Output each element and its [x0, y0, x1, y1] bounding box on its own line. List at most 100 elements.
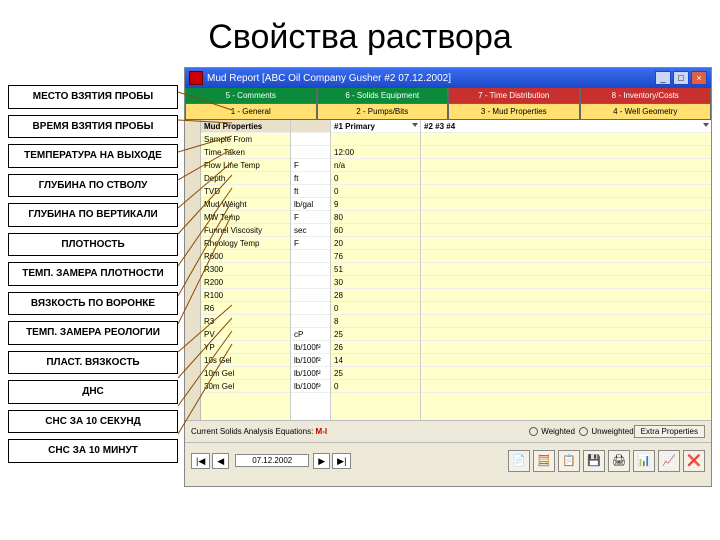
grid-cell[interactable] [421, 354, 711, 367]
grid-cell[interactable] [421, 289, 711, 302]
grid-cell[interactable] [421, 367, 711, 380]
grid-cell[interactable] [291, 263, 330, 276]
grid-cell[interactable]: 76 [331, 250, 420, 263]
grid-cell[interactable] [421, 341, 711, 354]
grid-cell[interactable]: Mud Weight [201, 198, 290, 211]
toolbar-button[interactable]: 📊 [633, 450, 655, 472]
grid-cell[interactable] [291, 146, 330, 159]
grid-cell[interactable]: lb/100f² [291, 341, 330, 354]
extra-properties-button[interactable]: Extra Properties [634, 425, 705, 438]
grid-cell[interactable]: 30 [331, 276, 420, 289]
grid-cell[interactable] [421, 159, 711, 172]
grid-cell[interactable]: 0 [331, 380, 420, 393]
grid-cell[interactable] [421, 276, 711, 289]
grid-cell[interactable] [291, 133, 330, 146]
grid-cell[interactable]: PV [201, 328, 290, 341]
grid-cell[interactable]: R300 [201, 263, 290, 276]
grid-cell[interactable]: 25 [331, 328, 420, 341]
grid-cell[interactable] [331, 133, 420, 146]
grid-cell[interactable] [421, 380, 711, 393]
grid-cell[interactable] [291, 302, 330, 315]
grid-cell[interactable]: TVD [201, 185, 290, 198]
nav-first-button[interactable]: |◀ [191, 453, 210, 469]
grid-cell[interactable] [421, 263, 711, 276]
grid-cell[interactable] [291, 276, 330, 289]
grid-cell[interactable]: 30m Gel [201, 380, 290, 393]
grid-cell[interactable] [291, 289, 330, 302]
tab[interactable]: 6 - Solids Equipment [317, 88, 449, 104]
grid-cell[interactable] [421, 224, 711, 237]
radio-unweighted[interactable] [579, 427, 588, 436]
close-button[interactable]: × [691, 71, 707, 85]
grid-cell[interactable]: lb/100f² [291, 380, 330, 393]
grid-cell[interactable]: 28 [331, 289, 420, 302]
grid-cell[interactable]: ft [291, 172, 330, 185]
grid-cell[interactable]: MW Temp [201, 211, 290, 224]
grid-cell[interactable]: 80 [331, 211, 420, 224]
grid-cell[interactable]: 26 [331, 341, 420, 354]
grid-cell[interactable]: 60 [331, 224, 420, 237]
radio-weighted[interactable] [529, 427, 538, 436]
grid-cell[interactable] [421, 172, 711, 185]
grid-cell[interactable]: Sample From [201, 133, 290, 146]
grid-cell[interactable]: lb/100f² [291, 367, 330, 380]
maximize-button[interactable]: □ [673, 71, 689, 85]
grid-cell[interactable]: lb/gal [291, 198, 330, 211]
tab[interactable]: 3 - Mud Properties [448, 104, 580, 120]
grid-cell[interactable]: lb/100f² [291, 354, 330, 367]
tab[interactable]: 1 - General [185, 104, 317, 120]
grid-cell[interactable] [421, 315, 711, 328]
grid-cell[interactable] [421, 302, 711, 315]
tab[interactable]: 8 - Inventory/Costs [580, 88, 712, 104]
grid-cell[interactable]: 10m Gel [201, 367, 290, 380]
grid-cell[interactable] [421, 237, 711, 250]
grid-cell[interactable]: Time Taken [201, 146, 290, 159]
toolbar-button[interactable]: 📋 [558, 450, 580, 472]
grid-cell[interactable] [421, 146, 711, 159]
tab[interactable]: 7 - Time Distribution [448, 88, 580, 104]
grid-cell[interactable]: R3 [201, 315, 290, 328]
grid-cell[interactable]: F [291, 211, 330, 224]
grid-cell[interactable] [421, 185, 711, 198]
minimize-button[interactable]: _ [655, 71, 671, 85]
nav-prev-button[interactable]: ◀ [212, 453, 229, 469]
grid-cell[interactable] [421, 250, 711, 263]
grid-cell[interactable]: R100 [201, 289, 290, 302]
grid-cell[interactable] [291, 250, 330, 263]
grid-cell[interactable]: #2 #3 #4 [421, 120, 711, 133]
grid-cell[interactable]: 25 [331, 367, 420, 380]
grid-cell[interactable]: 51 [331, 263, 420, 276]
grid-cell[interactable]: sec [291, 224, 330, 237]
grid-cell[interactable] [421, 133, 711, 146]
grid-cell[interactable]: 0 [331, 185, 420, 198]
grid-cell[interactable] [291, 315, 330, 328]
nav-last-button[interactable]: ▶| [332, 453, 351, 469]
grid-cell[interactable]: ft [291, 185, 330, 198]
grid-cell[interactable]: R6 [201, 302, 290, 315]
grid-cell[interactable]: R200 [201, 276, 290, 289]
grid-cell[interactable]: YP [201, 341, 290, 354]
grid-cell[interactable]: 0 [331, 302, 420, 315]
grid-cell[interactable] [291, 120, 330, 133]
grid-cell[interactable]: 9 [331, 198, 420, 211]
grid-cell[interactable]: Depth [201, 172, 290, 185]
grid-cell[interactable]: 20 [331, 237, 420, 250]
grid-cell[interactable]: 12:00 [331, 146, 420, 159]
grid-cell[interactable]: n/a [331, 159, 420, 172]
grid-cell[interactable]: F [291, 237, 330, 250]
tab[interactable]: 5 - Comments [185, 88, 317, 104]
tab[interactable]: 4 - Well Geometry [580, 104, 712, 120]
tab[interactable]: 2 - Pumps/Bits [317, 104, 449, 120]
grid-cell[interactable]: Flow Line Temp [201, 159, 290, 172]
grid-cell[interactable]: 8 [331, 315, 420, 328]
grid-cell[interactable]: F [291, 159, 330, 172]
toolbar-button[interactable]: 🧮 [533, 450, 555, 472]
grid-cell[interactable]: 14 [331, 354, 420, 367]
grid-cell[interactable] [421, 198, 711, 211]
toolbar-button[interactable]: 📄 [508, 450, 530, 472]
grid-cell[interactable]: 10s Gel [201, 354, 290, 367]
toolbar-button[interactable]: ❌ [683, 450, 705, 472]
grid-cell[interactable]: 0 [331, 172, 420, 185]
grid-cell[interactable]: Rheology Temp [201, 237, 290, 250]
toolbar-button[interactable]: 🖨 [608, 450, 630, 472]
